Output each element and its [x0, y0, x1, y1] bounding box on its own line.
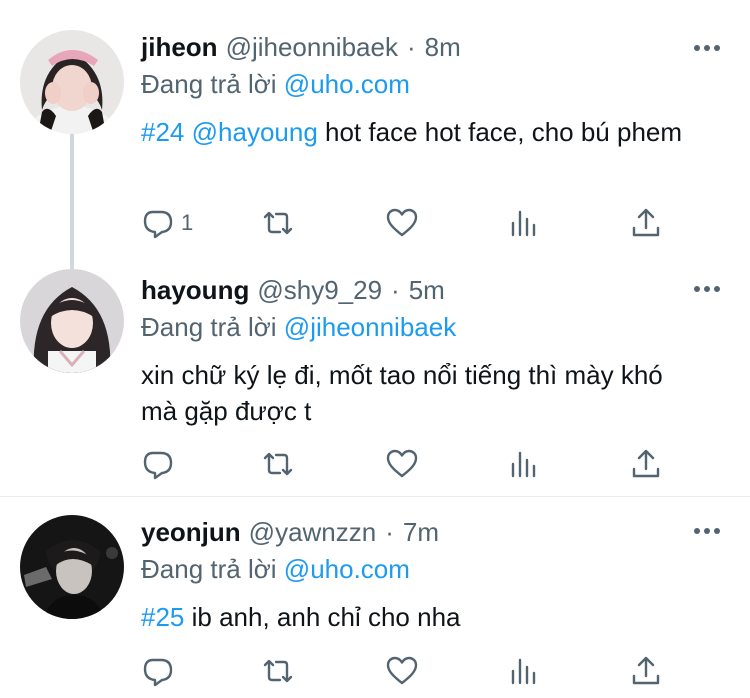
more-icon[interactable]: [694, 285, 720, 293]
views-icon: [511, 451, 536, 478]
replying-to-label: Đang trả lời: [141, 312, 277, 342]
replying-to-handle[interactable]: @uho.com: [284, 554, 410, 584]
replying-to-label: Đang trả lời: [141, 554, 277, 584]
share-button[interactable]: [629, 651, 663, 691]
tweet-hayoung[interactable]: hayoung @shy9_29 · 5m Đang trả lời @jihe…: [0, 248, 750, 496]
replying-to-handle[interactable]: @jiheonnibaek: [284, 312, 456, 342]
like-button[interactable]: [385, 651, 419, 691]
tweet-text: #25 ib anh, anh chỉ cho nha: [141, 599, 701, 635]
tweet-body: hot face hot face, cho bú phem: [325, 117, 683, 147]
reply-icon: [143, 658, 173, 687]
retweet-icon: [263, 659, 293, 683]
tweet-yeonjun[interactable]: yeonjun @yawnzzn · 7m Đang trả lời @uho.…: [0, 496, 750, 698]
replying-to: Đang trả lời @jiheonnibaek: [141, 309, 730, 345]
timestamp[interactable]: 7m: [403, 517, 439, 548]
tweet-text: xin chữ ký lẹ đi, mốt tao nổi tiếng thì …: [141, 357, 701, 429]
user-handle[interactable]: @shy9_29: [257, 275, 382, 306]
mention-link[interactable]: @hayoung: [192, 117, 318, 147]
replying-to-handle[interactable]: @uho.com: [284, 69, 410, 99]
tweet-actions: [141, 444, 671, 484]
user-handle[interactable]: @yawnzzn: [249, 517, 377, 548]
like-icon: [386, 656, 418, 685]
avatar[interactable]: [20, 515, 124, 619]
more-icon[interactable]: [694, 44, 720, 52]
retweet-button[interactable]: [261, 203, 295, 243]
separator-dot: ·: [391, 274, 400, 305]
reply-button[interactable]: [141, 651, 175, 691]
reply-button[interactable]: 1: [141, 203, 193, 243]
retweet-icon: [263, 452, 293, 476]
replying-to-label: Đang trả lời: [141, 69, 277, 99]
hashtag-link[interactable]: #25: [141, 602, 184, 632]
views-button[interactable]: [507, 444, 541, 484]
views-button[interactable]: [507, 203, 541, 243]
reply-button[interactable]: [141, 444, 175, 484]
views-button[interactable]: [507, 651, 541, 691]
tweet-text: #24 @hayoung hot face hot face, cho bú p…: [141, 114, 701, 150]
avatar[interactable]: [20, 269, 124, 373]
tweet-actions: [141, 651, 671, 691]
timestamp[interactable]: 8m: [425, 32, 461, 63]
separator-dot: ·: [406, 31, 416, 62]
like-icon: [386, 449, 418, 478]
tweet-actions: 1: [141, 203, 671, 243]
tweet-body: ib anh, anh chỉ cho nha: [191, 602, 461, 632]
retweet-button[interactable]: [261, 651, 295, 691]
share-icon: [632, 449, 660, 478]
timestamp[interactable]: 5m: [409, 275, 445, 306]
user-handle[interactable]: @jiheonnibaek: [226, 32, 398, 63]
share-button[interactable]: [629, 444, 663, 484]
views-icon: [511, 658, 536, 685]
reply-count: 1: [181, 210, 194, 235]
retweet-button[interactable]: [261, 444, 295, 484]
retweet-icon: [263, 211, 293, 235]
more-icon[interactable]: [694, 527, 720, 535]
share-icon: [632, 208, 660, 237]
share-icon: [632, 656, 660, 685]
avatar[interactable]: [20, 30, 124, 134]
separator-dot: ·: [385, 516, 394, 547]
display-name[interactable]: jiheon: [141, 32, 218, 63]
display-name[interactable]: hayoung: [141, 275, 249, 306]
replying-to: Đang trả lời @uho.com: [141, 551, 730, 587]
tweet-jiheon[interactable]: jiheon @jiheonnibaek · 8m Đang trả lời @…: [0, 0, 750, 248]
tweet-body: xin chữ ký lẹ đi, mốt tao nổi tiếng thì …: [141, 360, 663, 426]
like-button[interactable]: [385, 203, 419, 243]
like-icon: [386, 208, 418, 237]
reply-icon: [143, 451, 173, 480]
display-name[interactable]: yeonjun: [141, 517, 241, 548]
reply-icon: [143, 210, 173, 239]
like-button[interactable]: [385, 444, 419, 484]
views-icon: [511, 210, 536, 237]
share-button[interactable]: [629, 203, 663, 243]
hashtag-link[interactable]: #24: [141, 117, 184, 147]
replying-to: Đang trả lời @uho.com: [141, 66, 730, 102]
